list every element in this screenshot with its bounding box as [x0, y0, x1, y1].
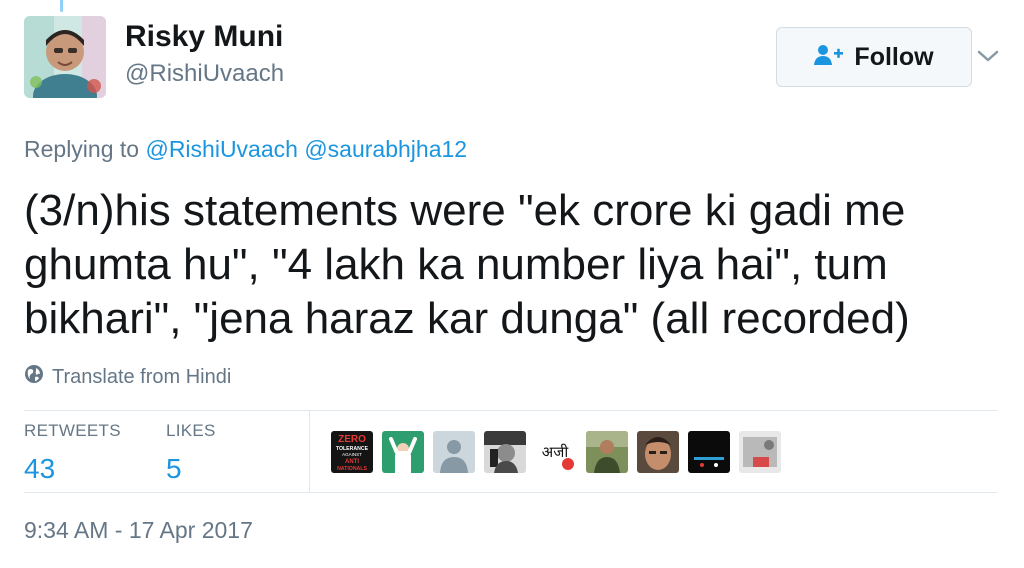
- divider: [24, 410, 997, 411]
- zero-tolerance-logo: ZERO TOLERANCE AGAINST ANTI NATIONALS: [331, 431, 373, 473]
- liker-avatar[interactable]: ZERO TOLERANCE AGAINST ANTI NATIONALS: [331, 431, 373, 473]
- chevron-down-icon[interactable]: [974, 42, 1002, 70]
- avatar[interactable]: [24, 16, 106, 98]
- follow-button-label: Follow: [854, 42, 934, 71]
- mention-link[interactable]: @RishiUvaach: [145, 136, 297, 162]
- man-outdoors-image: [586, 431, 628, 473]
- liker-avatar[interactable]: अजी: [535, 431, 577, 473]
- translate-link[interactable]: Translate from Hindi: [24, 364, 231, 390]
- divider-vertical: [309, 411, 310, 492]
- liker-avatar[interactable]: [484, 431, 526, 473]
- against-text: AGAINST: [342, 452, 362, 457]
- dark-scene-image: [688, 431, 730, 473]
- replying-to: Replying to @RishiUvaach @saurabhjha12: [24, 136, 467, 163]
- thread-connector-line: [60, 0, 63, 12]
- likes-stat[interactable]: LIKES 5: [166, 421, 216, 485]
- retweets-count[interactable]: 43: [24, 453, 121, 485]
- mention-link[interactable]: @saurabhjha12: [304, 136, 467, 162]
- bw-portrait-image: [484, 431, 526, 473]
- poster-image: [739, 431, 781, 473]
- globe-icon: [24, 364, 44, 390]
- person-arms-raised-image: [382, 431, 424, 473]
- avatar-image: [24, 16, 106, 98]
- retweets-label: RETWEETS: [24, 421, 121, 440]
- default-avatar-icon: [433, 431, 475, 473]
- liker-avatar[interactable]: [637, 431, 679, 473]
- replying-to-label: Replying to: [24, 136, 140, 162]
- divider: [24, 492, 997, 493]
- zero-text: ZERO: [338, 434, 366, 445]
- liker-avatar[interactable]: [688, 431, 730, 473]
- translate-label: Translate from Hindi: [52, 365, 232, 388]
- devanagari-text: अजी: [542, 443, 570, 461]
- devanagari-logo: अजी: [535, 431, 577, 473]
- add-user-icon: [814, 44, 844, 71]
- retweets-stat[interactable]: RETWEETS 43: [24, 421, 121, 485]
- nationals-text: NATIONALS: [337, 466, 367, 472]
- liker-avatar[interactable]: [739, 431, 781, 473]
- author-name[interactable]: Risky Muni: [125, 20, 283, 54]
- tweet-text: (3/n)his statements were "ek crore ki ga…: [24, 186, 910, 343]
- follow-button[interactable]: Follow: [776, 27, 972, 87]
- liker-avatar[interactable]: [382, 431, 424, 473]
- tweet-timestamp[interactable]: 9:34 AM - 17 Apr 2017: [24, 517, 253, 544]
- likes-label: LIKES: [166, 421, 216, 440]
- anti-text: ANTI: [345, 459, 359, 465]
- likes-count[interactable]: 5: [166, 453, 216, 485]
- face-closeup-image: [637, 431, 679, 473]
- liker-avatar[interactable]: [586, 431, 628, 473]
- author-handle[interactable]: @RishiUvaach: [125, 60, 284, 88]
- likers-list: ZERO TOLERANCE AGAINST ANTI NATIONALS अज…: [331, 431, 781, 473]
- liker-avatar[interactable]: [433, 431, 475, 473]
